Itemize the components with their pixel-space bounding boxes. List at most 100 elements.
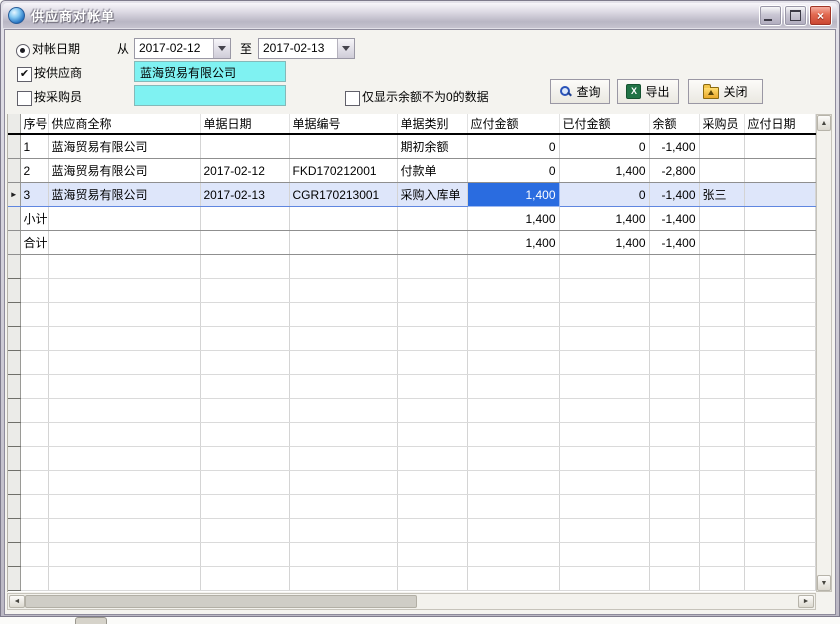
table-cell[interactable] bbox=[559, 255, 649, 279]
table-cell[interactable] bbox=[699, 231, 744, 255]
row-selector[interactable] bbox=[8, 231, 20, 255]
table-cell[interactable] bbox=[289, 423, 397, 447]
close-button[interactable]: × bbox=[809, 5, 832, 26]
table-cell[interactable] bbox=[559, 303, 649, 327]
table-cell[interactable] bbox=[744, 447, 815, 471]
table-cell[interactable] bbox=[289, 399, 397, 423]
table-cell[interactable] bbox=[397, 519, 467, 543]
table-cell[interactable] bbox=[744, 183, 815, 207]
table-cell[interactable] bbox=[20, 327, 48, 351]
table-cell[interactable] bbox=[649, 279, 699, 303]
nonzero-balance-checkbox[interactable]: ✔ bbox=[345, 91, 360, 106]
column-header[interactable]: 已付金额 bbox=[559, 114, 649, 134]
table-cell[interactable] bbox=[289, 375, 397, 399]
table-cell[interactable]: 0 bbox=[467, 134, 559, 159]
table-cell[interactable] bbox=[48, 327, 200, 351]
table-cell[interactable] bbox=[559, 519, 649, 543]
table-cell[interactable] bbox=[744, 543, 815, 567]
table-cell[interactable]: -1,400 bbox=[649, 207, 699, 231]
table-cell[interactable] bbox=[200, 327, 289, 351]
scroll-left-button[interactable]: ◄ bbox=[9, 595, 25, 608]
table-cell[interactable] bbox=[397, 543, 467, 567]
table-cell[interactable] bbox=[699, 279, 744, 303]
table-cell[interactable]: 3 bbox=[20, 183, 48, 207]
table-cell[interactable] bbox=[397, 423, 467, 447]
to-date-select[interactable]: 2017-02-13 bbox=[258, 38, 355, 59]
table-cell[interactable] bbox=[20, 495, 48, 519]
purchaser-input[interactable] bbox=[134, 85, 286, 106]
table-cell[interactable] bbox=[744, 519, 815, 543]
table-cell[interactable] bbox=[744, 351, 815, 375]
table-cell[interactable] bbox=[200, 351, 289, 375]
table-cell[interactable] bbox=[289, 255, 397, 279]
table-cell[interactable] bbox=[48, 567, 200, 591]
table-cell[interactable] bbox=[467, 303, 559, 327]
table-cell[interactable] bbox=[649, 303, 699, 327]
table-cell[interactable] bbox=[744, 279, 815, 303]
row-selector[interactable] bbox=[8, 495, 20, 519]
table-cell[interactable]: 2017-02-13 bbox=[200, 183, 289, 207]
table-cell[interactable] bbox=[744, 495, 815, 519]
table-cell[interactable] bbox=[699, 495, 744, 519]
table-cell[interactable]: 采购入库单 bbox=[397, 183, 467, 207]
table-cell[interactable] bbox=[467, 447, 559, 471]
table-cell[interactable] bbox=[397, 375, 467, 399]
table-cell[interactable] bbox=[48, 255, 200, 279]
table-cell[interactable] bbox=[289, 303, 397, 327]
table-cell[interactable]: -1,400 bbox=[649, 183, 699, 207]
table-cell[interactable] bbox=[20, 279, 48, 303]
table-cell[interactable] bbox=[744, 231, 815, 255]
row-selector[interactable] bbox=[8, 567, 20, 591]
row-selector[interactable] bbox=[8, 207, 20, 231]
table-cell[interactable]: 期初余额 bbox=[397, 134, 467, 159]
table-cell[interactable] bbox=[467, 399, 559, 423]
table-cell[interactable] bbox=[397, 327, 467, 351]
row-selector[interactable] bbox=[8, 543, 20, 567]
table-cell[interactable] bbox=[744, 327, 815, 351]
by-supplier-checkbox[interactable]: ✔ bbox=[17, 67, 32, 82]
table-cell[interactable] bbox=[699, 519, 744, 543]
table-cell[interactable]: -2,800 bbox=[649, 159, 699, 183]
maximize-button[interactable] bbox=[784, 5, 807, 26]
table-cell[interactable] bbox=[559, 543, 649, 567]
table-cell[interactable] bbox=[397, 231, 467, 255]
table-cell[interactable] bbox=[744, 207, 815, 231]
table-cell[interactable]: FKD170212001 bbox=[289, 159, 397, 183]
table-cell[interactable] bbox=[48, 279, 200, 303]
table-cell[interactable] bbox=[699, 134, 744, 159]
row-selector[interactable] bbox=[8, 519, 20, 543]
table-cell[interactable] bbox=[467, 327, 559, 351]
query-button[interactable]: 查询 bbox=[550, 79, 610, 104]
row-selector[interactable] bbox=[8, 134, 20, 159]
row-selector[interactable] bbox=[8, 351, 20, 375]
table-cell[interactable] bbox=[200, 447, 289, 471]
table-cell[interactable]: 蓝海贸易有限公司 bbox=[48, 159, 200, 183]
table-cell[interactable] bbox=[397, 567, 467, 591]
table-cell[interactable] bbox=[397, 495, 467, 519]
table-cell[interactable] bbox=[200, 375, 289, 399]
table-cell[interactable] bbox=[48, 375, 200, 399]
by-purchaser-checkbox[interactable]: ✔ bbox=[17, 91, 32, 106]
table-cell[interactable] bbox=[467, 423, 559, 447]
scroll-right-button[interactable]: ► bbox=[798, 595, 814, 608]
table-cell[interactable] bbox=[559, 495, 649, 519]
table-cell[interactable] bbox=[559, 471, 649, 495]
column-header[interactable]: 供应商全称 bbox=[48, 114, 200, 134]
date-range-radio[interactable] bbox=[16, 44, 30, 58]
table-cell[interactable] bbox=[744, 471, 815, 495]
table-cell[interactable]: 0 bbox=[467, 159, 559, 183]
table-cell[interactable] bbox=[397, 447, 467, 471]
row-selector[interactable] bbox=[8, 375, 20, 399]
from-date-dropdown-button[interactable] bbox=[213, 39, 230, 58]
table-cell[interactable] bbox=[289, 495, 397, 519]
table-cell[interactable] bbox=[397, 399, 467, 423]
table-cell[interactable] bbox=[397, 351, 467, 375]
table-cell[interactable] bbox=[20, 351, 48, 375]
table-cell[interactable] bbox=[649, 495, 699, 519]
export-button[interactable]: X 导出 bbox=[617, 79, 679, 104]
table-cell[interactable] bbox=[20, 543, 48, 567]
table-cell[interactable] bbox=[699, 159, 744, 183]
table-cell[interactable] bbox=[289, 567, 397, 591]
table-cell[interactable] bbox=[649, 375, 699, 399]
table-cell[interactable] bbox=[289, 519, 397, 543]
